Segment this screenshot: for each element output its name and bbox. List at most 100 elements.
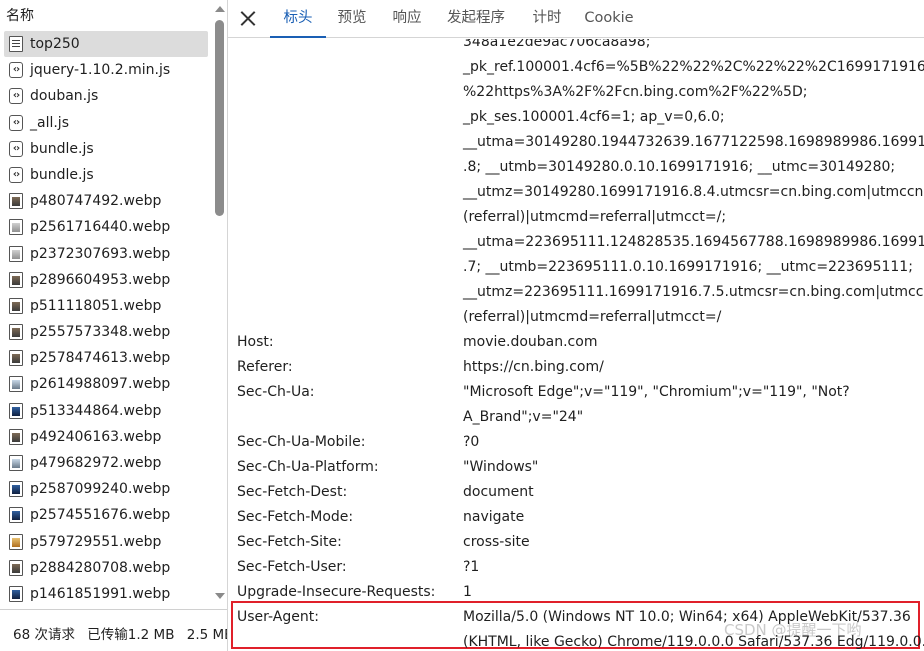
script-icon (9, 162, 23, 188)
file-name: p2896604953.webp (30, 271, 171, 288)
tab-response[interactable]: 响应 (384, 0, 430, 38)
file-list-scrollbar[interactable] (212, 0, 227, 609)
cookie-value-line: __utma=30149280.1944732639.1677122598.16… (463, 134, 924, 150)
script-icon (9, 110, 23, 136)
list-item[interactable]: p480747492.webp (0, 188, 212, 214)
header-name: Sec-Fetch-User: (237, 559, 347, 575)
cookie-value-line: __utma=223695111.124828535.1694567788.16… (463, 234, 924, 250)
request-count: 68 次请求 (13, 627, 75, 643)
tab-cookie[interactable]: Cookie (580, 0, 638, 38)
scroll-thumb[interactable] (215, 20, 224, 216)
header-value: "Windows" (463, 459, 539, 475)
list-item[interactable]: p2614988097.webp (0, 371, 212, 397)
cookie-value-line: .7; __utmb=223695111.0.10.1699171916; __… (463, 259, 913, 275)
list-item[interactable]: p492406163.webp (0, 424, 212, 450)
image-icon (9, 402, 23, 419)
list-item[interactable]: p513344864.webp (0, 398, 212, 424)
list-item[interactable]: p2578474613.webp (0, 345, 212, 371)
file-name: p1461851991.webp (30, 585, 171, 602)
cookie-value-line: _pk_ref.100001.4cf6=%5B%22%22%2C%22%22%2… (463, 59, 924, 75)
tab-initiator[interactable]: 发起程序 (440, 0, 512, 38)
image-icon (9, 455, 23, 471)
file-name: douban.js (30, 88, 99, 105)
header-name: User-Agent: (237, 609, 319, 625)
list-item[interactable]: p511118051.webp (0, 293, 212, 319)
scroll-up-arrow-icon[interactable] (215, 6, 225, 12)
header-name: Sec-Ch-Ua: (237, 384, 315, 400)
list-item[interactable]: p2896604953.webp (0, 267, 212, 293)
header-value: document (463, 484, 534, 500)
cookie-value-line: %22https%3A%2F%2Fcn.bing.com%2F%22%5D; (463, 84, 808, 100)
close-icon[interactable] (238, 8, 258, 28)
script-icon (9, 83, 23, 109)
list-item[interactable]: p2587099240.webp (0, 476, 212, 502)
file-name: _all.js (30, 114, 69, 131)
header-value: navigate (463, 509, 525, 525)
file-name: bundle.js (30, 140, 94, 157)
header-name: Sec-Ch-Ua-Mobile: (237, 434, 366, 450)
header-name: Sec-Fetch-Dest: (237, 484, 348, 500)
document-icon (9, 36, 23, 52)
list-item[interactable]: p479682972.webp (0, 450, 212, 476)
tab-headers[interactable]: 标头 (270, 0, 326, 38)
name-column-header[interactable]: 名称 (0, 0, 212, 30)
file-name: p2561716440.webp (30, 219, 171, 236)
list-item[interactable]: douban.js (0, 83, 212, 109)
resources-size: 2.5 MB (186, 627, 227, 643)
file-name: p2557573348.webp (30, 324, 171, 341)
list-item[interactable]: top250 (4, 31, 208, 58)
request-detail-panel: 标头 预览 响应 发起程序 计时 Cookie CSDN @提醒一下哟 348a… (228, 0, 924, 651)
image-icon (9, 428, 23, 445)
cookie-value-line: __utmz=223695111.1699171916.7.5.utmcsr=c… (463, 284, 924, 300)
list-item[interactable]: bundle.js (0, 136, 212, 162)
header-name: Sec-Ch-Ua-Platform: (237, 459, 379, 475)
header-name: Upgrade-Insecure-Requests: (237, 584, 436, 600)
file-name: p479682972.webp (30, 455, 162, 471)
header-value: ?1 (463, 559, 480, 575)
list-item[interactable]: bundle.js (0, 162, 212, 188)
script-icon (9, 136, 23, 162)
image-icon (9, 350, 23, 367)
cookie-value-line: 348a1e2de9ac706ca8a98; (463, 39, 651, 50)
file-name: p579729551.webp (30, 533, 162, 550)
image-icon (9, 271, 23, 288)
request-list-panel: 名称 top250 jquery-1.10.2.min.js douban.js _a… (0, 0, 227, 651)
list-item[interactable]: p2372307693.webp (0, 241, 212, 267)
cookie-value-line: __utmz=30149280.1699171916.8.4.utmcsr=cn… (463, 184, 924, 200)
scroll-down-arrow-icon[interactable] (215, 593, 225, 599)
cookie-value-line: _pk_ses.100001.4cf6=1; ap_v=0,6.0; (463, 109, 725, 125)
file-list: top250 jquery-1.10.2.min.js douban.js _all.… (0, 31, 212, 609)
file-name: p2884280708.webp (30, 559, 171, 576)
file-name: p2587099240.webp (30, 481, 171, 498)
image-icon (9, 219, 23, 236)
image-icon (9, 585, 23, 602)
list-item[interactable]: p2574551676.webp (0, 502, 212, 528)
header-value: https://cn.bing.com/ (463, 359, 604, 375)
tab-preview[interactable]: 预览 (328, 0, 376, 38)
file-name: p513344864.webp (30, 402, 162, 419)
header-value: 1 (463, 584, 472, 600)
list-item[interactable]: jquery-1.10.2.min.js (0, 57, 212, 83)
list-item[interactable]: p2561716440.webp (0, 214, 212, 240)
list-item[interactable]: _all.js (0, 110, 212, 136)
transferred-size: 已传输1.2 MB (87, 627, 175, 643)
detail-tabs: 标头 预览 响应 发起程序 计时 Cookie (228, 0, 924, 38)
image-icon (9, 297, 23, 314)
image-icon (9, 507, 23, 524)
list-item[interactable]: p579729551.webp (0, 529, 212, 555)
cookie-value-line: (referral)|utmcmd=referral|utmcct=/; (463, 209, 727, 225)
tab-timing[interactable]: 计时 (524, 0, 570, 38)
list-item[interactable]: p2884280708.webp (0, 555, 212, 581)
list-item[interactable]: p2557573348.webp (0, 319, 212, 345)
header-value: ?0 (463, 434, 480, 450)
image-icon (9, 324, 23, 341)
header-value: A_Brand";v="24" (463, 409, 584, 425)
list-item[interactable]: p1461851991.webp (0, 581, 212, 607)
file-name: p2372307693.webp (30, 245, 171, 262)
cookie-value-line: (referral)|utmcmd=referral|utmcct=/ (463, 309, 722, 325)
file-name: p2574551676.webp (30, 507, 171, 524)
image-icon (9, 481, 23, 498)
header-name: Referer: (237, 359, 293, 375)
status-bar: 68 次请求 已传输1.2 MB 2.5 MB (0, 609, 227, 651)
file-name: p492406163.webp (30, 428, 162, 445)
